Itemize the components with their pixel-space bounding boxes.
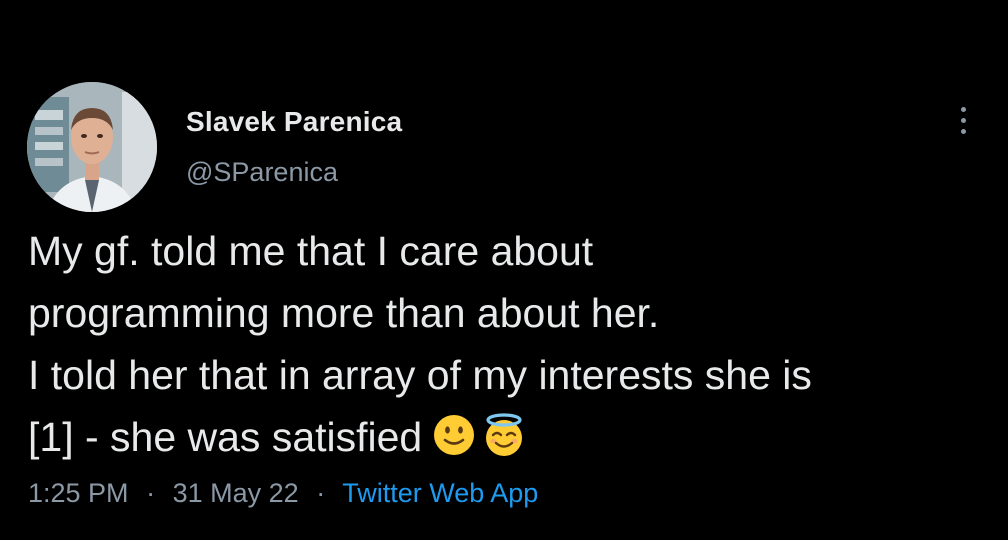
smiling-face-with-halo-icon [486, 413, 523, 456]
profile-photo-icon [27, 82, 157, 212]
tweet-card: Slavek Parenica @SParenica My gf. told m… [0, 0, 1008, 540]
tweet-source-link[interactable]: Twitter Web App [342, 478, 538, 508]
author-handle[interactable]: @SParenica [186, 157, 338, 188]
meta-separator: · [316, 478, 326, 508]
tweet-text-line: [1] - she was satisfied [28, 414, 423, 460]
tweet-text-line-last: [1] - she was satisfied [28, 406, 998, 468]
tweet-text-line: programming more than about her. [28, 290, 660, 336]
more-options-button[interactable] [948, 100, 978, 140]
author-avatar[interactable] [27, 82, 157, 212]
tweet-text-line: My gf. told me that I care about [28, 228, 594, 274]
author-display-name[interactable]: Slavek Parenica [186, 106, 402, 138]
vertical-ellipsis-icon [960, 106, 966, 112]
slightly-smiling-face-icon [434, 415, 475, 455]
tweet-text-line: I told her that in array of my interests… [28, 352, 812, 398]
meta-separator: · [146, 478, 156, 508]
tweet-date[interactable]: 31 May 22 [173, 478, 299, 508]
tweet-text: My gf. told me that I care about program… [28, 220, 998, 468]
tweet-meta: 1:25 PM · 31 May 22 · Twitter Web App [28, 478, 538, 509]
tweet-time[interactable]: 1:25 PM [28, 478, 129, 508]
